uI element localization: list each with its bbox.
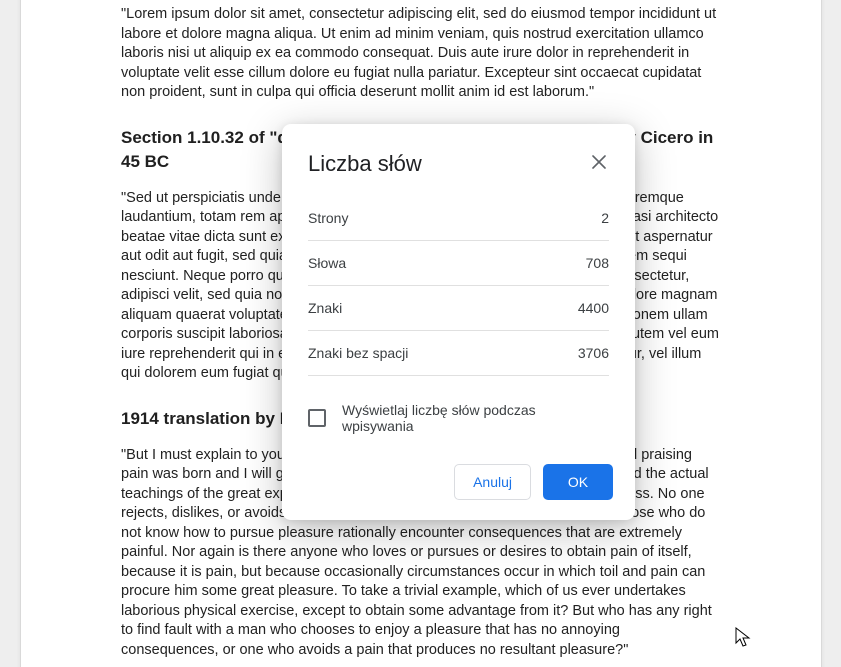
stat-label: Znaki [308,300,342,316]
stat-label: Znaki bez spacji [308,345,408,361]
close-button[interactable] [585,150,613,178]
stat-row-pages: Strony 2 [308,196,609,241]
body-paragraph[interactable]: "Lorem ipsum dolor sit amet, consectetur… [121,5,721,103]
close-icon [592,155,606,174]
checkbox[interactable] [308,409,326,427]
stat-value: 2 [601,210,609,226]
stat-row-words: Słowa 708 [308,241,609,286]
cancel-button[interactable]: Anuluj [454,464,531,500]
word-count-stats: Strony 2 Słowa 708 Znaki 4400 Znaki bez … [282,186,635,376]
stat-value: 708 [586,255,609,271]
word-count-dialog: Liczba słów Strony 2 Słowa 708 Znaki 440… [282,124,635,520]
dialog-title: Liczba słów [308,151,422,177]
stat-label: Słowa [308,255,346,271]
stat-row-characters: Znaki 4400 [308,286,609,331]
stat-value: 3706 [578,345,609,361]
stat-row-characters-no-spaces: Znaki bez spacji 3706 [308,331,609,376]
stat-value: 4400 [578,300,609,316]
display-while-typing-option[interactable]: Wyświetlaj liczbę słów podczas wpisywani… [282,376,635,442]
ok-button[interactable]: OK [543,464,613,500]
stat-label: Strony [308,210,348,226]
option-label: Wyświetlaj liczbę słów podczas wpisywani… [342,402,609,434]
